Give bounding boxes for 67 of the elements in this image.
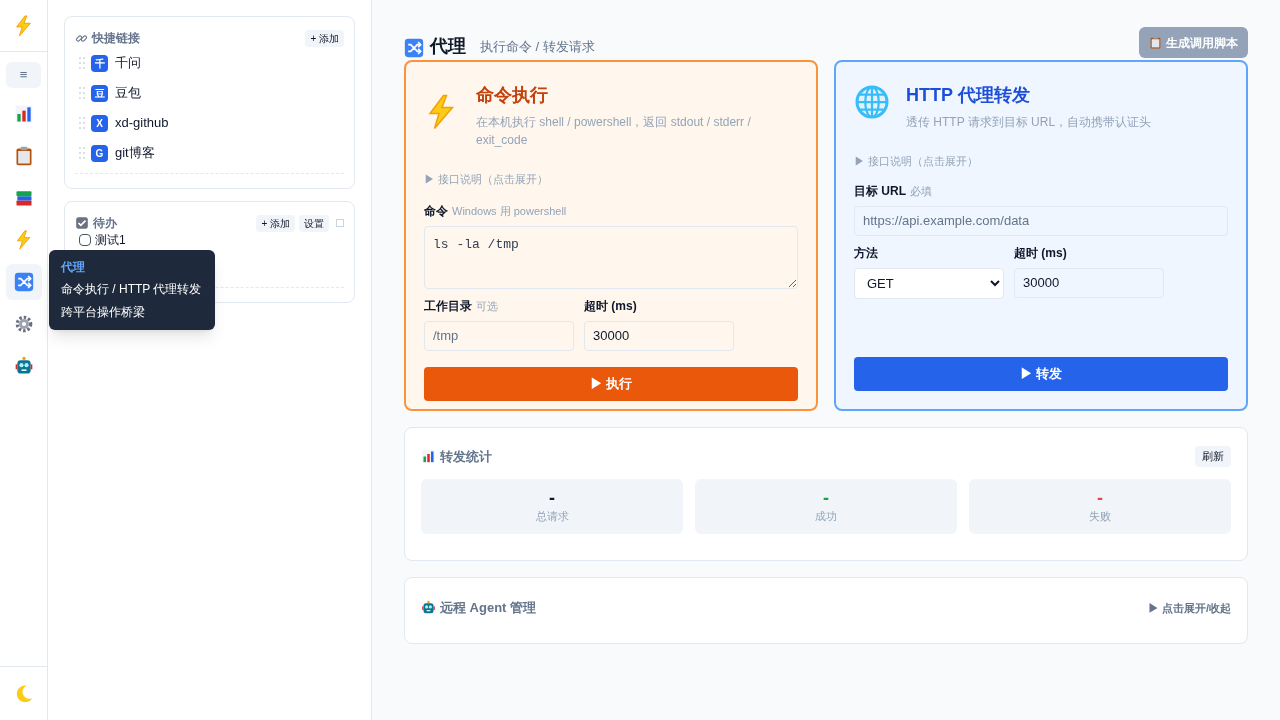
- card-title: 转发统计: [440, 447, 492, 466]
- settings-button[interactable]: 设置: [299, 214, 329, 232]
- stat-label: 成功: [815, 508, 837, 524]
- bar-chart-icon: [13, 104, 34, 124]
- refresh-button[interactable]: 刷新: [1195, 446, 1231, 467]
- page-title: 代理: [430, 35, 466, 58]
- card-title: 待办: [93, 215, 117, 232]
- link-badge: 千: [91, 54, 108, 72]
- card-title: HTTP 代理转发: [906, 84, 1031, 107]
- gear-icon: [13, 314, 34, 334]
- link-item[interactable]: xd-github: [115, 113, 169, 133]
- input-field[interactable]: 30000: [584, 320, 734, 351]
- todo-item: 测试1: [95, 233, 126, 247]
- field-hint: 可选: [476, 298, 498, 314]
- robot-icon: [421, 600, 436, 616]
- menu-button[interactable]: ≡: [6, 62, 41, 88]
- field-label: 超时 (ms): [1014, 244, 1067, 262]
- shuffle-icon: [404, 38, 424, 58]
- card-title: 远程 Agent 管理: [440, 599, 537, 617]
- stat-value: -: [549, 487, 555, 508]
- clipboard-icon: [1149, 36, 1162, 49]
- forward-button[interactable]: ▶ 转发: [854, 357, 1228, 391]
- bar-chart-icon: [421, 448, 436, 464]
- drag-handle-icon[interactable]: [79, 117, 85, 129]
- link-badge: G: [91, 144, 108, 162]
- add-button[interactable]: + 添加: [305, 29, 344, 47]
- page-subtitle: 执行命令 / 转发请求: [480, 38, 595, 56]
- input-field[interactable]: /tmp: [424, 320, 574, 351]
- tooltip-text: 命令执行 / HTTP 代理转发: [61, 281, 203, 298]
- link-badge: 豆: [91, 84, 108, 102]
- method-dropdown[interactable]: GET: [854, 267, 1004, 299]
- link-badge: X: [91, 114, 108, 132]
- shuffle-icon: [13, 272, 34, 292]
- field-label: 超时 (ms): [584, 297, 637, 315]
- card-title: 快捷链接: [92, 30, 140, 47]
- drag-handle-icon[interactable]: [79, 147, 85, 159]
- input-field[interactable]: 30000: [1014, 267, 1164, 298]
- robot-icon: [13, 356, 34, 376]
- field-hint: 必填: [910, 183, 932, 199]
- drag-handle-icon[interactable]: [79, 87, 85, 99]
- stat-label: 失败: [1089, 508, 1111, 524]
- link-item[interactable]: 豆包: [115, 83, 141, 103]
- checked-box-icon: [75, 216, 89, 230]
- nav-item[interactable]: [5, 264, 42, 300]
- checkbox[interactable]: [79, 234, 91, 246]
- field-label: 目标 URL: [854, 182, 906, 200]
- field-label: 工作目录: [424, 297, 472, 315]
- field-hint: Windows 用 powershell: [452, 203, 567, 219]
- globe-icon: [854, 84, 890, 120]
- expand-toggle[interactable]: ▶ 点击展开/收起: [1147, 599, 1231, 616]
- link-item[interactable]: 千问: [115, 53, 141, 73]
- input-field[interactable]: https://api.example.com/data: [854, 205, 1228, 236]
- stat-value: -: [823, 487, 829, 508]
- run-button[interactable]: ▶ 执行: [424, 366, 798, 401]
- card-description: 透传 HTTP 请求到目标 URL，自动携带认证头: [906, 114, 1152, 131]
- card-description: 在本机执行 shell / powershell，返回 stdout / stderr / exit_code: [476, 114, 752, 149]
- tooltip-text: 跨平台操作桥梁: [61, 304, 146, 321]
- add-button[interactable]: + 添加: [256, 214, 295, 232]
- card-title: 命令执行: [476, 84, 549, 107]
- stat-value: -: [1097, 487, 1103, 508]
- field-label: 方法: [854, 244, 878, 262]
- tooltip-title: 代理: [61, 259, 86, 276]
- command-input[interactable]: ls -la /tmp: [424, 225, 798, 289]
- drag-handle-icon[interactable]: [79, 57, 85, 69]
- field-label: 命令: [424, 202, 448, 220]
- stat-label: 总请求: [535, 508, 569, 524]
- link-item[interactable]: git博客: [115, 143, 155, 163]
